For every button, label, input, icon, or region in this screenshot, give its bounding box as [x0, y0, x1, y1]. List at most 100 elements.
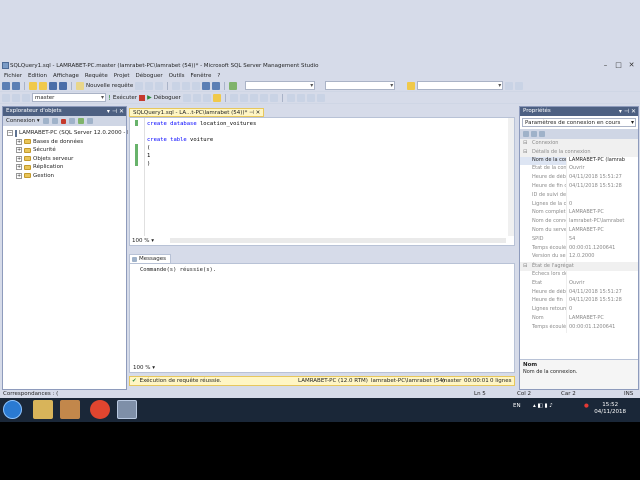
- expand-icon[interactable]: +: [16, 164, 22, 171]
- tray-icons[interactable]: ▴ ◧ ▮ ♪: [533, 403, 553, 409]
- menu-file[interactable]: Fichier: [2, 73, 26, 79]
- cut-icon[interactable]: [172, 81, 181, 90]
- pin-icon[interactable]: ▾ ⊣ ✕: [107, 107, 124, 116]
- property-row[interactable]: Heure de fin de la04/11/2018 15:51:28: [520, 182, 638, 192]
- menu-window[interactable]: Fenêtre: [189, 73, 216, 79]
- menu-help[interactable]: ?: [215, 73, 224, 79]
- tree-node-databases[interactable]: + Bases de données: [7, 138, 126, 147]
- properties-object-selector[interactable]: Paramètres de connexion en cours: [522, 118, 636, 127]
- new-query-button[interactable]: Nouvelle requête: [76, 81, 133, 90]
- editor-zoom[interactable]: 100 % ▾: [132, 238, 154, 244]
- collapse-icon[interactable]: −: [7, 130, 13, 137]
- property-row[interactable]: État de la connexiOuvrir: [520, 165, 638, 175]
- start-icon[interactable]: [229, 81, 238, 90]
- back-icon[interactable]: [2, 81, 10, 90]
- clock[interactable]: 15:52 04/11/2018: [594, 402, 626, 416]
- save-all-icon[interactable]: [59, 81, 67, 90]
- find-icon[interactable]: [407, 81, 416, 90]
- include-plan-icon[interactable]: [229, 93, 238, 102]
- expand-icon[interactable]: +: [16, 138, 22, 145]
- property-row[interactable]: Temps écoulé 00:00:01.1200641: [520, 323, 638, 333]
- query-designer-icon[interactable]: [202, 93, 211, 102]
- stop-icon[interactable]: [139, 94, 146, 101]
- results-grid-icon[interactable]: [259, 93, 268, 102]
- copy-icon[interactable]: [182, 81, 191, 90]
- activity-monitor-icon[interactable]: [86, 118, 93, 124]
- menu-tools[interactable]: Outils: [167, 73, 189, 79]
- property-pages-icon[interactable]: [539, 131, 545, 137]
- refresh-icon[interactable]: [77, 118, 84, 124]
- comment-icon[interactable]: [286, 93, 295, 102]
- property-row[interactable]: Lignes retournées0: [520, 306, 638, 315]
- chrome-icon[interactable]: [90, 400, 110, 419]
- property-row[interactable]: Nom complet LAMRABET-PC: [520, 209, 638, 219]
- property-row[interactable]: Nom du serveurLAMRABET-PC: [520, 226, 638, 236]
- property-row[interactable]: Heure de début d04/11/2018 15:51:27: [520, 174, 638, 183]
- properties-icon[interactable]: [515, 81, 524, 90]
- menu-project[interactable]: Projet: [112, 73, 134, 79]
- media-player-icon[interactable]: [60, 400, 80, 419]
- query-icon[interactable]: [135, 81, 144, 90]
- new-project-icon[interactable]: [29, 81, 37, 90]
- save-icon[interactable]: [49, 81, 57, 90]
- find-combo[interactable]: [417, 81, 504, 90]
- expand-icon[interactable]: +: [16, 155, 22, 162]
- ssms-taskbar-icon[interactable]: [117, 400, 137, 419]
- tab-messages[interactable]: Messages: [129, 254, 171, 263]
- minimize-button[interactable]: –: [599, 60, 612, 70]
- forward-icon[interactable]: [12, 81, 20, 90]
- category-connection[interactable]: Connexion: [520, 139, 638, 148]
- solution-config-combo[interactable]: [245, 81, 316, 90]
- menu-query[interactable]: Requête: [83, 73, 112, 79]
- outdent-icon[interactable]: [306, 93, 315, 102]
- notification-icon[interactable]: ●: [584, 403, 589, 409]
- property-row[interactable]: Heure de début04/11/2018 15:51:27: [520, 288, 638, 298]
- query-editor[interactable]: create database location_voitures create…: [129, 117, 515, 246]
- estimated-plan-icon[interactable]: [192, 93, 201, 102]
- close-button[interactable]: ✕: [625, 60, 638, 70]
- results-text-icon[interactable]: [249, 93, 258, 102]
- connect-icon[interactable]: [2, 93, 10, 102]
- disconnect-icon[interactable]: [51, 118, 58, 124]
- debug-button[interactable]: ▶ Déboguer: [147, 94, 181, 101]
- query-icon-3[interactable]: [155, 81, 164, 90]
- pin-icon[interactable]: ▾ ⊣ ✕: [619, 107, 636, 116]
- menu-debug[interactable]: Déboguer: [134, 73, 167, 79]
- undo-icon[interactable]: [202, 81, 211, 90]
- solution-explorer-icon[interactable]: [505, 81, 514, 90]
- start-button[interactable]: [3, 400, 22, 419]
- pin-icon[interactable]: ⊣: [249, 110, 254, 116]
- connect-dropdown[interactable]: Connexion ▾: [6, 118, 40, 124]
- disconnect-icon[interactable]: [12, 93, 20, 102]
- property-row[interactable]: Lignes de la conn0: [520, 200, 638, 210]
- property-row[interactable]: SPID 54: [520, 235, 638, 245]
- connect-icon[interactable]: [42, 118, 49, 124]
- tree-node-server-objects[interactable]: + Objets serveur: [7, 155, 126, 164]
- editor-vertical-scrollbar[interactable]: [508, 118, 514, 236]
- open-file-icon[interactable]: [39, 81, 47, 90]
- property-row[interactable]: État Ouvrir: [520, 279, 638, 289]
- category-aggregate-status[interactable]: État de l'agrégat: [520, 262, 638, 271]
- property-row[interactable]: ID de suivi de sess: [520, 191, 638, 201]
- maximize-button[interactable]: □: [612, 60, 625, 70]
- tree-node-replication[interactable]: + Réplication: [7, 163, 126, 172]
- property-row[interactable]: Version du serveu12.0.2000: [520, 253, 638, 263]
- file-explorer-icon[interactable]: [33, 400, 53, 419]
- client-stats-icon[interactable]: [239, 93, 248, 102]
- tab-sqlquery1[interactable]: SQLQuery1.sql - LA...t-PC\lamrabet (54))…: [129, 108, 265, 117]
- indent-icon[interactable]: [316, 93, 325, 102]
- menu-edit[interactable]: Edition: [26, 73, 51, 79]
- tree-node-server[interactable]: − LAMRABET-PC (SQL Server 12.0.2000 - la: [7, 129, 132, 138]
- property-row[interactable]: Nom de connexiolamrabet-PC\lamrabet: [520, 218, 638, 227]
- results-file-icon[interactable]: [269, 93, 278, 102]
- editor-horizontal-scrollbar[interactable]: [170, 238, 506, 243]
- intellisense-icon[interactable]: [212, 93, 221, 102]
- platform-combo[interactable]: [325, 81, 396, 90]
- database-combo[interactable]: master: [32, 93, 106, 102]
- results-zoom[interactable]: 100 % ▾: [133, 365, 155, 371]
- filter-icon[interactable]: [68, 118, 75, 124]
- property-row[interactable]: Heure de fin 04/11/2018 15:51:28: [520, 297, 638, 307]
- menu-view[interactable]: Affichage: [51, 73, 83, 79]
- close-tab-icon[interactable]: ✕: [256, 110, 261, 116]
- tree-node-security[interactable]: + Sécurité: [7, 146, 126, 155]
